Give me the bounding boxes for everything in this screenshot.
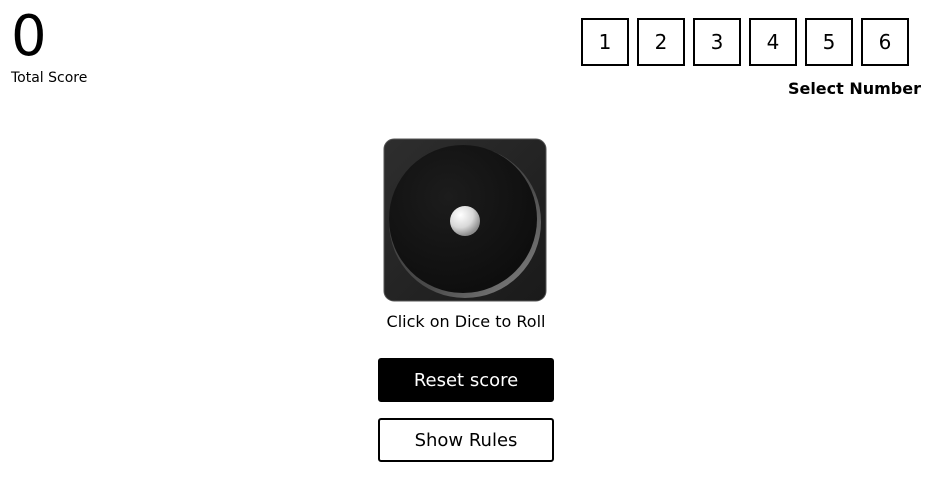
number-option-4[interactable]: 4	[749, 18, 797, 66]
reset-score-button[interactable]: Reset score	[378, 358, 554, 402]
number-option-1[interactable]: 1	[581, 18, 629, 66]
total-score-label: Total Score	[11, 70, 88, 86]
number-option-3[interactable]: 3	[693, 18, 741, 66]
number-option-2[interactable]: 2	[637, 18, 685, 66]
roll-hint-text: Click on Dice to Roll	[386, 312, 546, 331]
select-number-label: Select Number	[787, 79, 921, 98]
dice-face-one[interactable]	[383, 138, 547, 302]
number-selector: 1 2 3 4 5 6	[581, 18, 909, 66]
dice-game-page: 0 Total Score 1 2 3 4 5 6 Select Number	[0, 0, 936, 498]
total-score-panel: 0 Total Score	[11, 4, 88, 87]
total-score-value: 0	[11, 4, 47, 69]
number-option-5[interactable]: 5	[805, 18, 853, 66]
show-rules-button[interactable]: Show Rules	[378, 418, 554, 462]
number-option-6[interactable]: 6	[861, 18, 909, 66]
dice-icon	[383, 138, 547, 302]
